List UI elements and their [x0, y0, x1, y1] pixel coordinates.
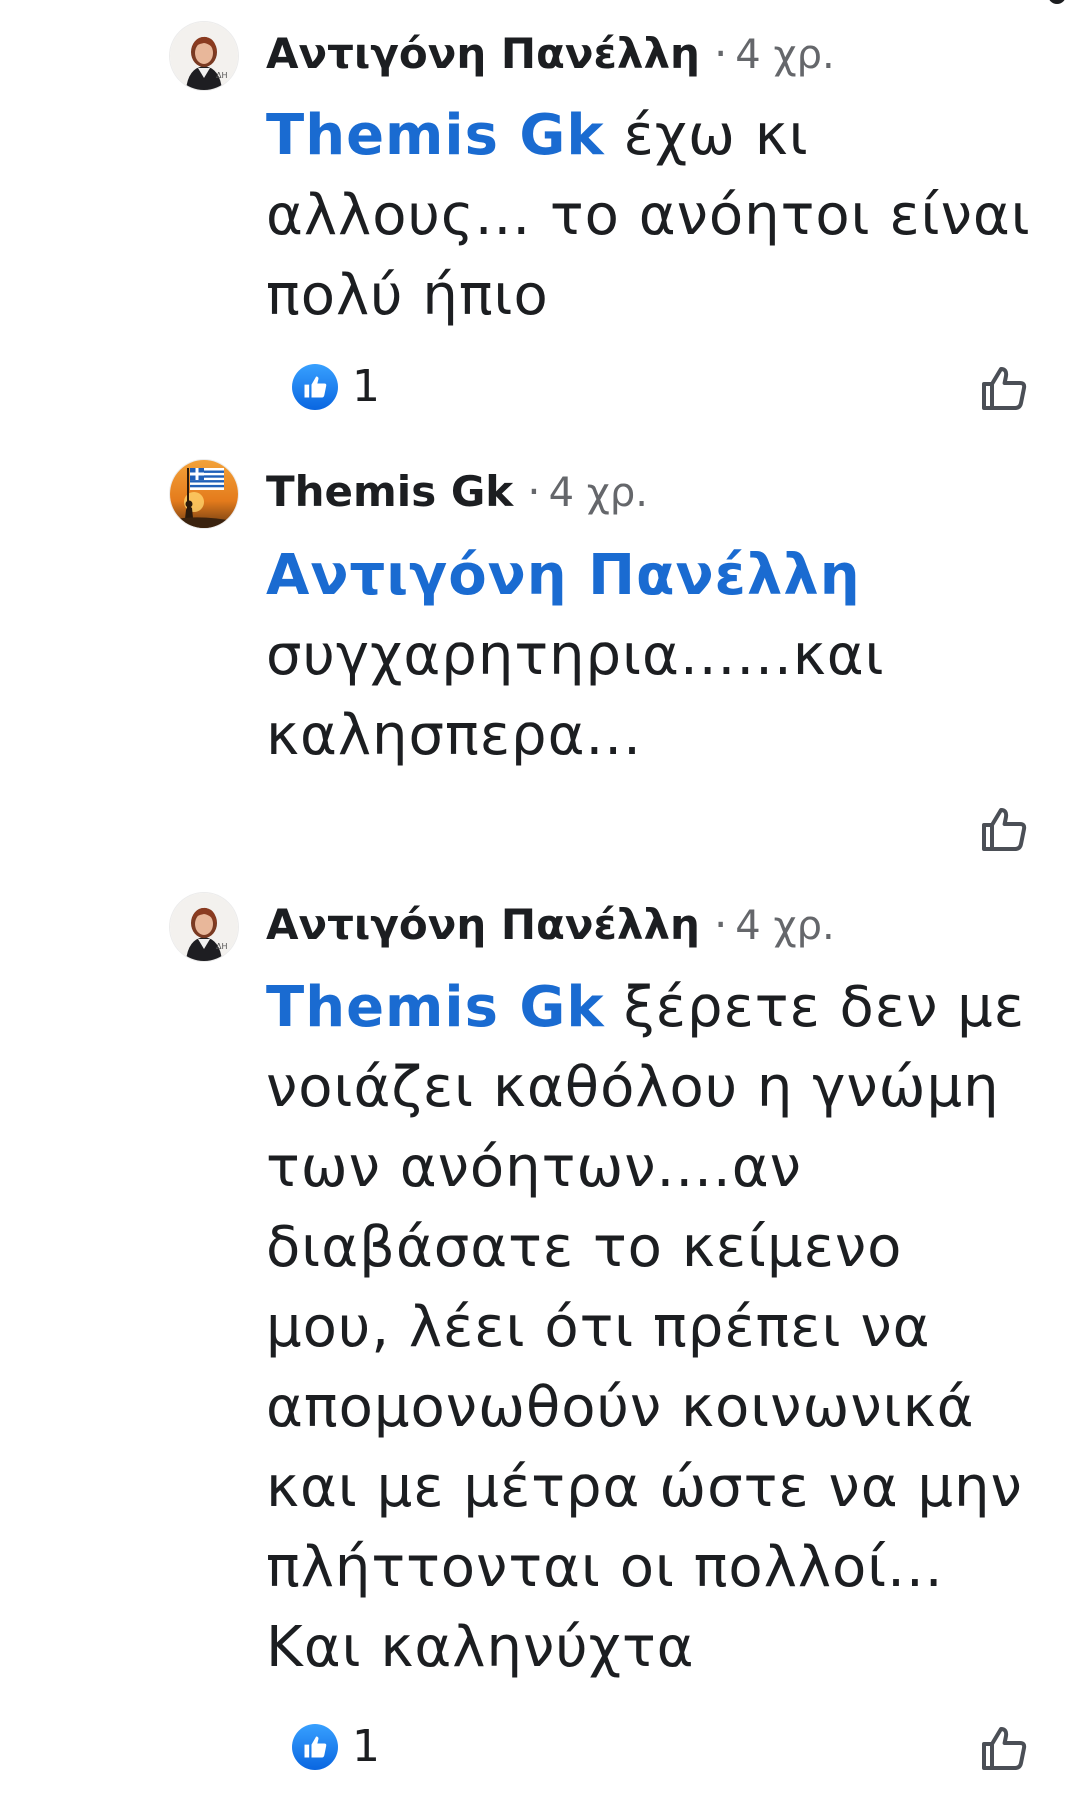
thumbs-up-outline-icon[interactable]	[978, 803, 1030, 855]
comment-author[interactable]: Αντιγόνη Πανέλλη	[266, 900, 700, 949]
thumbs-up-outline-icon[interactable]	[978, 362, 1030, 414]
comment-author[interactable]: Themis Gk	[266, 467, 513, 516]
mention-link[interactable]: Themis Gk	[266, 103, 605, 168]
reaction-count: 1	[352, 1721, 380, 1772]
avatar-antigoni[interactable]: ΔΗ	[170, 22, 238, 90]
comment-body: Themis Gk ξέρετε δεν με νοιάζει καθόλου …	[266, 968, 1051, 1688]
comment-text: Και καληνύχτα	[266, 1615, 695, 1680]
comment-time[interactable]: 4 χρ.	[735, 903, 834, 949]
comment-line: Αντιγόνη Πανέλλη	[266, 536, 1051, 616]
avatar-themis[interactable]	[170, 460, 238, 528]
reaction-count: 1	[352, 361, 380, 412]
comment-text: συγχαρητηρια......και	[266, 623, 885, 688]
comment-text: πλήττονται οι πολλοί...	[266, 1535, 944, 1600]
comment-meta: Themis Gk · 4 χρ.	[266, 464, 648, 520]
comment-text: καλησπερα...	[266, 703, 642, 768]
comment-text: των ανόητων....αν	[266, 1135, 802, 1200]
comment-text: και με μέτρα ώστε να μην	[266, 1455, 1023, 1520]
comment-text: μου, λέει ότι πρέπει να	[266, 1295, 931, 1360]
comment-time[interactable]: 4 χρ.	[735, 32, 834, 78]
reaction-summary[interactable]: 1	[292, 1720, 380, 1774]
comment-meta: Αντιγόνη Πανέλλη · 4 χρ.	[266, 26, 835, 82]
comment-text: αλλους... το ανόητοι είναι	[266, 183, 1031, 248]
comment-text: ξέρετε δεν με	[604, 975, 1026, 1040]
avatar-antigoni[interactable]: ΔΗ	[170, 893, 238, 961]
svg-text:ΔΗ: ΔΗ	[216, 71, 228, 80]
comment-text: διαβάσατε το κείμενο	[266, 1215, 903, 1280]
mention-link[interactable]: Αντιγόνη Πανέλλη	[266, 543, 861, 608]
thumbs-up-outline-icon[interactable]	[978, 1722, 1030, 1774]
mention-link[interactable]: Themis Gk	[266, 975, 605, 1040]
comment-time[interactable]: 4 χρ.	[549, 470, 648, 516]
comment-line: Themis Gk ξέρετε δεν με	[266, 968, 1051, 1048]
comment-text: έχω κι	[604, 103, 809, 168]
separator-dot: ·	[713, 29, 728, 78]
comment-body: Themis Gk έχω κι αλλους... το ανόητοι εί…	[266, 96, 1051, 336]
comment-meta: Αντιγόνη Πανέλλη · 4 χρ.	[266, 897, 835, 953]
top-edge-fragment	[0, 0, 1080, 8]
separator-dot: ·	[713, 900, 728, 949]
comment-body: Αντιγόνη Πανέλλη συγχαρητηρια......και κ…	[266, 536, 1051, 776]
like-reaction-icon	[292, 364, 338, 410]
separator-dot: ·	[527, 467, 541, 516]
like-reaction-icon	[292, 1724, 338, 1770]
comment-text: πολύ ήπιο	[266, 263, 549, 328]
reaction-summary[interactable]: 1	[292, 360, 380, 414]
comment-text: απομονωθούν κοινωνικά	[266, 1375, 975, 1440]
svg-text:ΔΗ: ΔΗ	[216, 942, 228, 951]
comment-text: νοιάζει καθόλου η γνώμη	[266, 1055, 1000, 1120]
comment-author[interactable]: Αντιγόνη Πανέλλη	[266, 29, 700, 78]
comment-line: Themis Gk έχω κι	[266, 96, 1051, 176]
